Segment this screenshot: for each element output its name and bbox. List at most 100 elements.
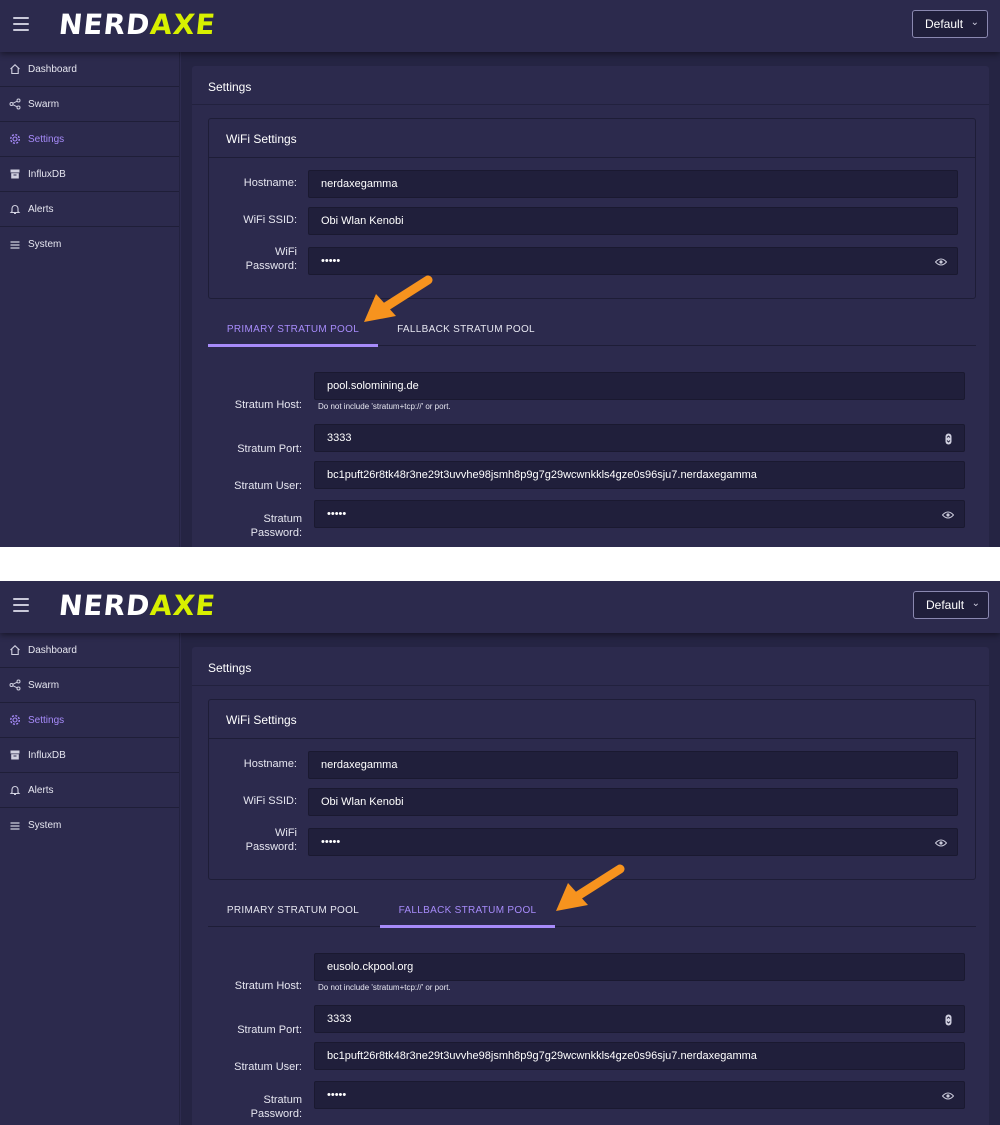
eye-icon[interactable] [942,510,954,520]
menu-icon[interactable] [13,17,29,31]
settings-card: Settings WiFi Settings Hostname: nerdaxe… [192,66,989,547]
stratum-user-value: bc1puft26r8tk48r3ne29t3uvvhe98jsmh8p9g7g… [327,1050,757,1062]
stratum-host-value: eusolo.ckpool.org [327,961,414,973]
stratum-password-label-line2: Password: [250,1108,302,1120]
stepper-icon[interactable] [945,1014,952,1026]
stratum-host-input[interactable]: eusolo.ckpool.org [314,953,965,981]
sidebar-item-dashboard[interactable]: Dashboard [0,52,179,87]
wifi-password-label-line1: WiFi [275,246,297,258]
sidebar-item-influxdb[interactable]: InfluxDB [0,738,179,773]
stratum-host-label: Stratum Host: [234,980,302,992]
hostname-label: Hostname: [243,177,297,189]
wifi-password-label: WiFi Password: [209,245,297,273]
bell-icon [9,203,21,215]
eye-icon[interactable] [935,838,947,848]
stratum-user-value: bc1puft26r8tk48r3ne29t3uvvhe98jsmh8p9g7g… [327,469,757,481]
stepper-icon[interactable] [945,433,952,445]
hostname-input[interactable]: nerdaxegamma [308,170,958,198]
tab-primary-stratum-pool[interactable]: PRIMARY STRATUM POOL [208,324,378,347]
wifi-ssid-value: Obi Wlan Kenobi [321,796,404,808]
sidebar-item-settings[interactable]: Settings [0,703,179,738]
sidebar-item-swarm[interactable]: Swarm [0,668,179,703]
eye-icon[interactable] [942,1091,954,1101]
wifi-ssid-input[interactable]: Obi Wlan Kenobi [308,207,958,235]
tab-fallback-stratum-pool[interactable]: FALLBACK STRATUM POOL [380,324,552,345]
eye-icon[interactable] [935,257,947,267]
divider [209,157,975,158]
stratum-port-input[interactable]: 3333 [314,1005,965,1033]
sidebar-item-label: InfluxDB [28,749,66,761]
wifi-password-input[interactable]: ••••• [308,247,958,275]
home-icon [9,63,21,75]
wifi-password-label-line2: Password: [245,260,297,272]
sidebar-item-label: Dashboard [28,63,77,75]
stratum-password-value: ••••• [327,1089,347,1101]
stratum-host-hint: Do not include 'stratum+tcp://' or port. [318,402,451,411]
wifi-password-label: WiFi Password: [209,826,297,854]
page-title: Settings [208,661,252,675]
profile-select[interactable]: Default ⌄ [912,10,988,38]
sidebar-item-label: Swarm [28,679,60,691]
screenshot-fallback-pool: NERDAXE Default ⌄ Dashboard Swarm Settin… [0,581,1000,1125]
sidebar-item-dashboard[interactable]: Dashboard [0,633,179,668]
active-tab-indicator [208,344,378,347]
wifi-ssid-label: WiFi SSID: [243,795,297,807]
bell-icon [9,784,21,796]
sidebar-item-settings[interactable]: Settings [0,122,179,157]
sidebar-item-alerts[interactable]: Alerts [0,773,179,808]
stratum-user-label: Stratum User: [234,480,302,492]
profile-select-value: Default [925,17,964,31]
page-title: Settings [208,80,252,94]
profile-select[interactable]: Default ⌄ [913,591,989,619]
tab-label: FALLBACK STRATUM POOL [398,905,537,916]
sidebar-item-system[interactable]: System [0,227,179,262]
wifi-password-value: ••••• [321,255,341,267]
sidebar-item-system[interactable]: System [0,808,179,843]
wifi-ssid-value: Obi Wlan Kenobi [321,215,404,227]
wifi-settings-title: WiFi Settings [226,132,297,146]
stratum-host-input[interactable]: pool.solomining.de [314,372,965,400]
divider [192,685,989,686]
wifi-ssid-label: WiFi SSID: [243,214,297,226]
sidebar-item-label: System [28,820,62,831]
stratum-pool-tabs: PRIMARY STRATUM POOL FALLBACK STRATUM PO… [208,905,976,928]
logo-text: NERD [57,8,153,41]
stratum-host-value: pool.solomining.de [327,380,419,392]
main-content: Settings WiFi Settings Hostname: nerdaxe… [181,633,1000,1125]
stratum-password-label: Stratum Password: [214,1093,302,1121]
wifi-password-input[interactable]: ••••• [308,828,958,856]
sidebar-item-label: Alerts [28,203,54,215]
tab-label: PRIMARY STRATUM POOL [226,324,360,335]
settings-card: Settings WiFi Settings Hostname: nerdaxe… [192,647,989,1125]
hostname-input[interactable]: nerdaxegamma [308,751,958,779]
menu-icon[interactable] [13,598,29,612]
stratum-user-label: Stratum User: [234,1061,302,1073]
wifi-ssid-input[interactable]: Obi Wlan Kenobi [308,788,958,816]
tab-fallback-stratum-pool[interactable]: FALLBACK STRATUM POOL [380,905,555,928]
hostname-value: nerdaxegamma [321,178,398,190]
hostname-value: nerdaxegamma [321,759,398,771]
chevron-down-icon: ⌄ [971,598,980,609]
home-icon [9,644,21,656]
stratum-port-value: 3333 [327,432,352,444]
hostname-label: Hostname: [243,758,297,770]
stratum-user-input[interactable]: bc1puft26r8tk48r3ne29t3uvvhe98jsmh8p9g7g… [314,461,965,489]
wifi-password-label-line2: Password: [245,841,297,853]
sidebar-item-label: System [28,239,62,250]
sidebar-item-swarm[interactable]: Swarm [0,87,179,122]
sidebar-item-influxdb[interactable]: InfluxDB [0,157,179,192]
wifi-password-label-line1: WiFi [275,827,297,839]
stratum-password-input[interactable]: ••••• [314,1081,965,1109]
stratum-user-input[interactable]: bc1puft26r8tk48r3ne29t3uvvhe98jsmh8p9g7g… [314,1042,965,1070]
stratum-password-input[interactable]: ••••• [314,500,965,528]
sidebar-item-label: Swarm [28,98,60,110]
nerdaxe-logo: NERDAXE [57,589,217,622]
wifi-settings-panel: WiFi Settings Hostname: nerdaxegamma WiF… [208,699,976,880]
stratum-port-input[interactable]: 3333 [314,424,965,452]
logo-text-accent: AXE [148,8,218,41]
tab-primary-stratum-pool[interactable]: PRIMARY STRATUM POOL [208,905,378,926]
tab-label: FALLBACK STRATUM POOL [397,324,535,335]
sidebar-item-alerts[interactable]: Alerts [0,192,179,227]
active-tab-indicator [380,925,555,928]
sidebar-item-label: Settings [28,133,65,145]
